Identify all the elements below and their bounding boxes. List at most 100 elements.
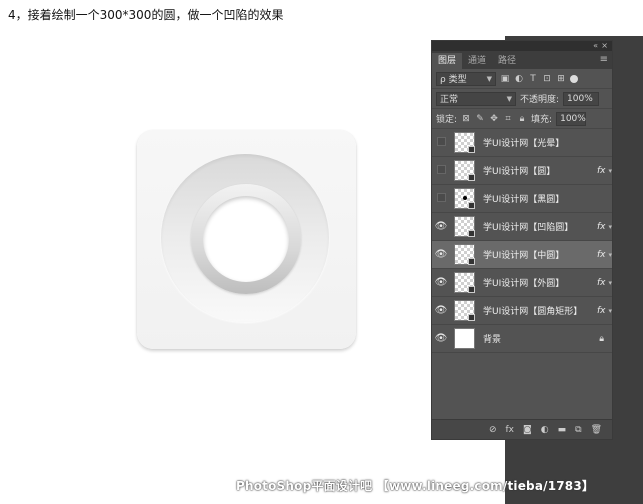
lock-position-icon[interactable]: ✥ [489, 114, 499, 124]
visibility-toggle[interactable] [432, 165, 450, 177]
eye-icon[interactable]: 👁︎ [432, 249, 450, 260]
eye-icon[interactable]: 👁︎ [432, 277, 450, 288]
layer-thumbnail [454, 328, 475, 349]
fill-label: 填充: [531, 115, 553, 125]
layer-name: 学UI设计网【外圆】 [483, 279, 565, 289]
panel-titlebar: « × [432, 41, 612, 51]
fx-badge[interactable]: fx [597, 222, 606, 232]
fx-badge[interactable]: fx [597, 166, 606, 176]
blend-mode-value: 正常 [440, 95, 459, 105]
layer-list: 学UI设计网【光晕】 学UI设计网【圆】 fx ▾ 学UI设计网【黑圆】 👁︎ … [432, 129, 612, 353]
layer-name: 学UI设计网【光晕】 [483, 139, 565, 149]
collapse-panel-icon[interactable]: « [593, 41, 598, 50]
lock-image-icon[interactable]: ✎ [475, 114, 485, 124]
layer-name: 学UI设计网【凹陷圆】 [483, 223, 574, 233]
smart-object-filter-icon[interactable]: ⊞ [556, 74, 566, 84]
layer-row[interactable]: 学UI设计网【光晕】 [432, 129, 612, 157]
new-layer-icon[interactable]: ⧉ [575, 425, 581, 435]
delete-layer-icon[interactable]: 🗑︎ [591, 425, 602, 435]
fx-badge[interactable]: fx [597, 250, 606, 260]
new-group-icon[interactable]: ▬ [558, 425, 567, 435]
visibility-toggle[interactable] [432, 193, 450, 205]
tab-layers[interactable]: 图层 [432, 53, 463, 69]
lock-transparent-icon[interactable]: ⊠ [461, 114, 471, 124]
fx-badge[interactable]: fx [597, 306, 606, 316]
layer-name: 背景 [483, 335, 502, 345]
smart-link-icon [468, 202, 475, 209]
filter-type-label: 类型 [448, 75, 467, 85]
chevron-down-icon[interactable]: ▾ [608, 251, 612, 259]
tab-channels[interactable]: 通道 [462, 53, 492, 69]
panel-bottom-bar: ⊘ fx ◙ ◐ ▬ ⧉ 🗑︎ [432, 419, 612, 439]
layer-thumbnail [454, 216, 475, 237]
layer-name: 学UI设计网【中圆】 [483, 251, 565, 261]
layer-name: 学UI设计网【圆】 [483, 167, 556, 177]
smart-link-icon [468, 230, 475, 237]
lock-label: 锁定: [436, 115, 458, 125]
layer-name: 学UI设计网【黑圆】 [483, 195, 565, 205]
layer-row-selected[interactable]: 👁︎ 学UI设计网【中圆】 fx ▾ [432, 241, 612, 269]
chevron-down-icon[interactable]: ▾ [608, 279, 612, 287]
opacity-input[interactable]: 100% [563, 91, 600, 106]
eye-icon[interactable]: 👁︎ [432, 333, 450, 344]
layer-row[interactable]: 👁︎ 学UI设计网【凹陷圆】 fx ▾ [432, 213, 612, 241]
watermark-text: PhotoShop平面设计吧 【www.lineeg.com/tieba/178… [236, 479, 595, 493]
layers-panel: « × 图层 通道 路径 ≡ ρ 类型 ▼ ▣ ◐ T ⊡ ⊞ 正常 ▼ 不透明… [431, 40, 613, 440]
add-mask-icon[interactable]: ◙ [523, 425, 532, 435]
type-filter-icon[interactable]: T [528, 74, 538, 84]
fx-badge[interactable]: fx [597, 278, 606, 288]
tab-paths[interactable]: 路径 [492, 53, 522, 69]
layer-thumbnail [454, 160, 475, 181]
panel-menu-icon[interactable]: ≡ [600, 54, 608, 65]
instruction-text: 4，接着绘制一个300*300的圆，做一个凹陷的效果 [8, 8, 284, 22]
chevron-down-icon: ▼ [506, 94, 512, 103]
opacity-label: 不透明度: [520, 95, 560, 105]
filter-type-select[interactable]: ρ 类型 ▼ [436, 71, 496, 86]
chevron-down-icon[interactable]: ▾ [608, 223, 612, 231]
filter-toggle-icon[interactable] [570, 74, 578, 83]
blend-mode-select[interactable]: 正常 ▼ [436, 91, 516, 106]
chevron-down-icon[interactable]: ▾ [608, 167, 612, 175]
close-panel-icon[interactable]: × [601, 41, 608, 50]
chevron-down-icon: ▼ [486, 74, 492, 83]
shape-filter-icon[interactable]: ⊡ [542, 74, 552, 84]
panel-tabs: 图层 通道 路径 ≡ [432, 51, 612, 69]
fill-input[interactable]: 100% [556, 111, 587, 126]
recessed-circle-artwork [203, 196, 289, 282]
lock-artboard-icon[interactable]: ⌗ [503, 114, 513, 124]
smart-link-icon [468, 174, 475, 181]
layer-thumbnail [454, 188, 475, 209]
image-filter-icon[interactable]: ▣ [500, 74, 510, 84]
fx-icon[interactable]: fx [506, 425, 515, 435]
layer-thumbnail [454, 132, 475, 153]
blend-row: 正常 ▼ 不透明度: 100% [432, 89, 612, 109]
layer-thumbnail [454, 244, 475, 265]
chevron-down-icon[interactable]: ▾ [608, 307, 612, 315]
adjustment-filter-icon[interactable]: ◐ [514, 74, 524, 84]
lock-all-icon[interactable]: 🔒︎ [517, 114, 527, 124]
opacity-value: 100% [567, 93, 593, 104]
layer-row[interactable]: 👁︎ 学UI设计网【外圆】 fx ▾ [432, 269, 612, 297]
rounded-rectangle-artwork [137, 130, 356, 349]
layer-row[interactable]: 学UI设计网【黑圆】 [432, 185, 612, 213]
smart-link-icon [468, 314, 475, 321]
visibility-toggle[interactable] [432, 137, 450, 149]
lock-row: 锁定: ⊠ ✎ ✥ ⌗ 🔒︎ 填充: 100% [432, 109, 612, 129]
smart-link-icon [468, 258, 475, 265]
layer-row[interactable]: 👁︎ 背景 🔒︎ [432, 325, 612, 353]
filter-row: ρ 类型 ▼ ▣ ◐ T ⊡ ⊞ [432, 69, 612, 89]
lock-icon: 🔒︎ [599, 333, 604, 344]
layer-row[interactable]: 学UI设计网【圆】 fx ▾ [432, 157, 612, 185]
eye-icon[interactable]: 👁︎ [432, 221, 450, 232]
link-layers-icon[interactable]: ⊘ [489, 425, 497, 435]
layer-thumbnail [454, 300, 475, 321]
layer-row[interactable]: 👁︎ 学UI设计网【圆角矩形】 fx ▾ [432, 297, 612, 325]
smart-link-icon [468, 286, 475, 293]
search-icon: ρ [440, 75, 446, 85]
layer-name: 学UI设计网【圆角矩形】 [483, 307, 583, 317]
smart-link-icon [468, 146, 475, 153]
layer-thumbnail [454, 272, 475, 293]
eye-icon[interactable]: 👁︎ [432, 305, 450, 316]
fill-value: 100% [560, 113, 586, 124]
adjustment-layer-icon[interactable]: ◐ [541, 425, 549, 435]
